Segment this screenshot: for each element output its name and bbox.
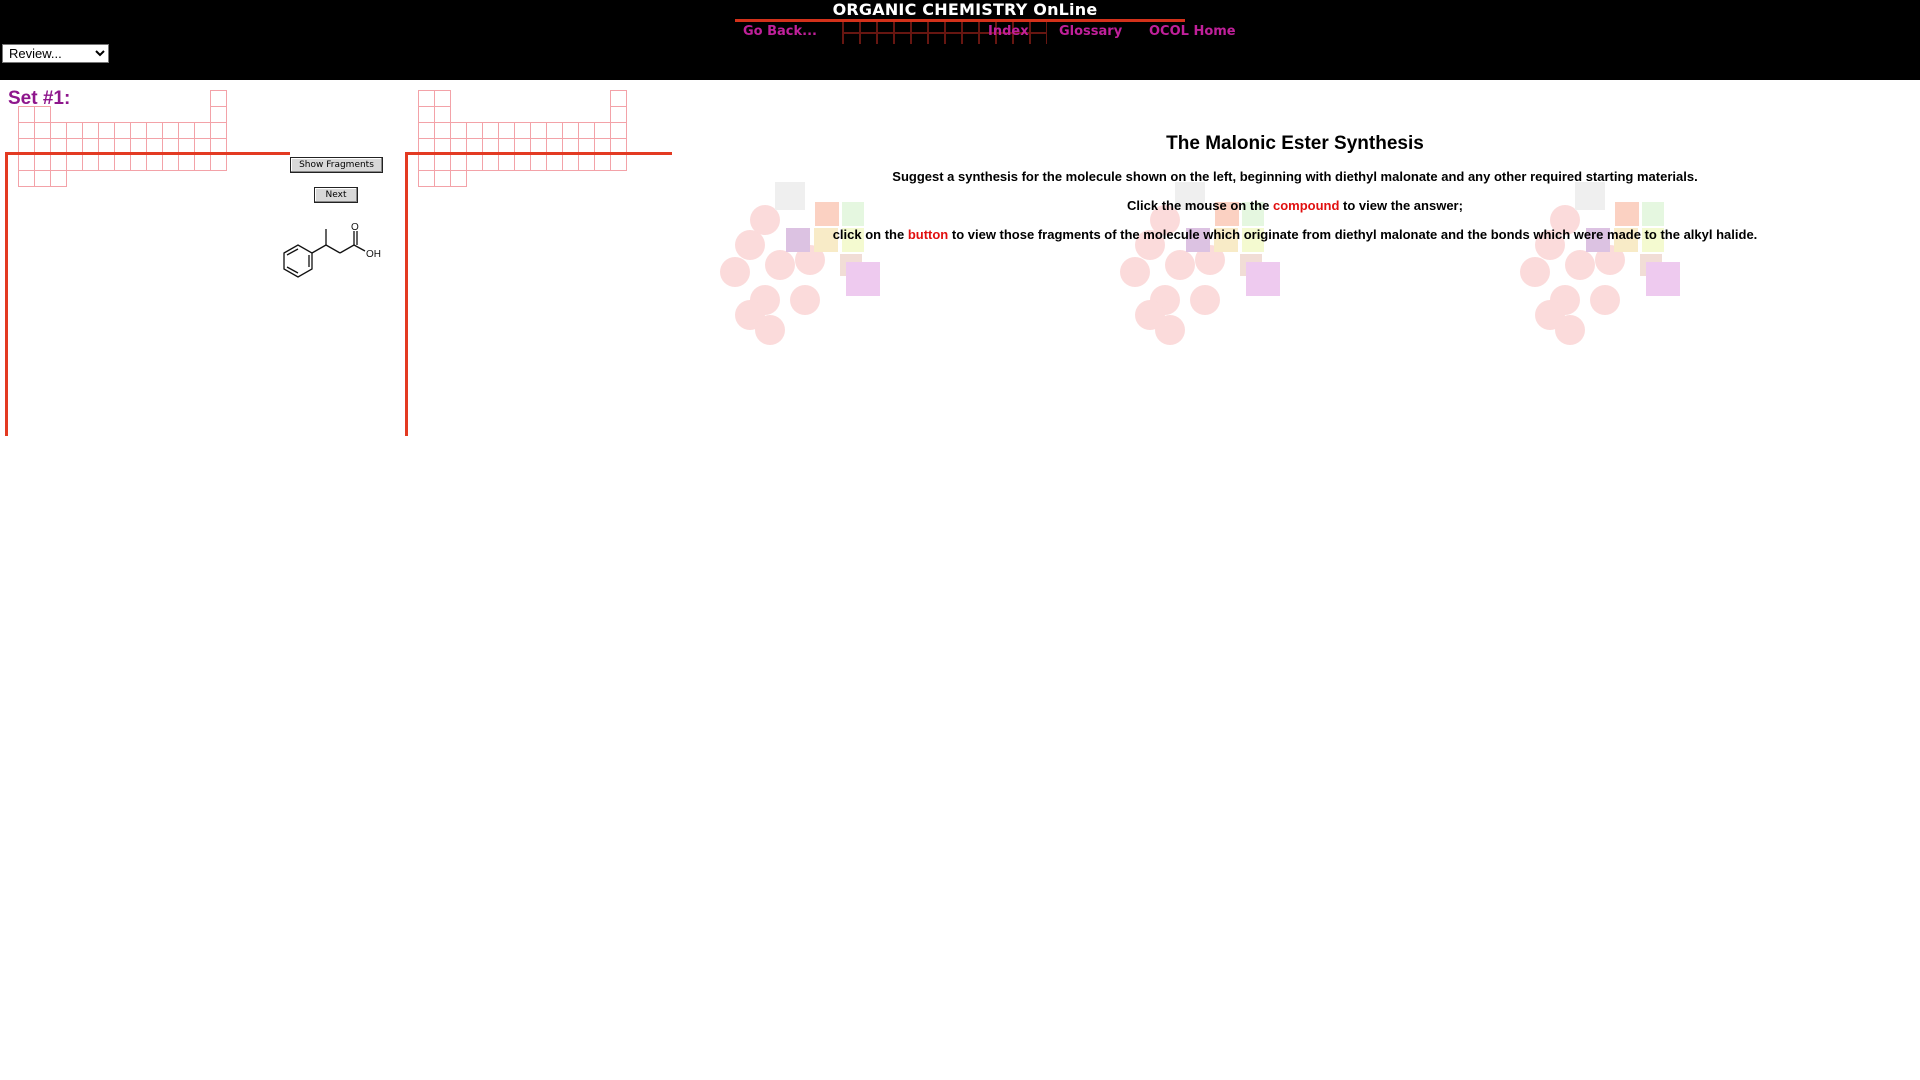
click-prefix: Click the mouse on the [1127,198,1273,213]
button-keyword: button [907,227,949,242]
button-prefix: click on the [832,227,908,242]
nav-go-back-link[interactable]: Go Back... [743,24,817,39]
hydroxyl-label: OH [366,249,381,260]
carbonyl-oxygen-label: O [351,222,359,233]
page-title: The Malonic Ester Synthesis [1166,133,1424,154]
instruction-text: Suggest a synthesis for the molecule sho… [892,169,1698,184]
button-suffix: to view those fragments of the molecule … [948,227,1758,242]
click-instruction: Click the mouse on the compound to view … [790,198,1800,214]
header-bar: Review... ORGANIC CHEMISTRY OnLine Go Ba… [0,0,1920,80]
instructions-panel: The Malonic Ester Synthesis Suggest a sy… [790,130,1800,256]
review-select[interactable]: Review... [2,44,109,63]
middle-panel-top-rule [405,152,672,155]
site-title: ORGANIC CHEMISTRY OnLine [832,0,1098,19]
middle-panel-side-rule [405,152,408,436]
button-instruction: click on the button to view those fragme… [790,227,1800,243]
compound-structure[interactable]: O OH [270,220,400,295]
click-suffix: to view the answer; [1339,198,1463,213]
left-panel-side-rule [5,152,8,436]
nav-index-link[interactable]: Index [988,24,1029,39]
nav-glossary-link[interactable]: Glossary [1059,24,1122,39]
set-title: Set #1: [8,88,71,109]
nav-home-link[interactable]: OCOL Home [1149,24,1236,39]
show-fragments-button[interactable]: Show Fragments [290,157,383,173]
left-panel-top-rule [5,152,290,155]
compound-keyword: compound [1272,198,1340,213]
next-button[interactable]: Next [314,187,358,203]
